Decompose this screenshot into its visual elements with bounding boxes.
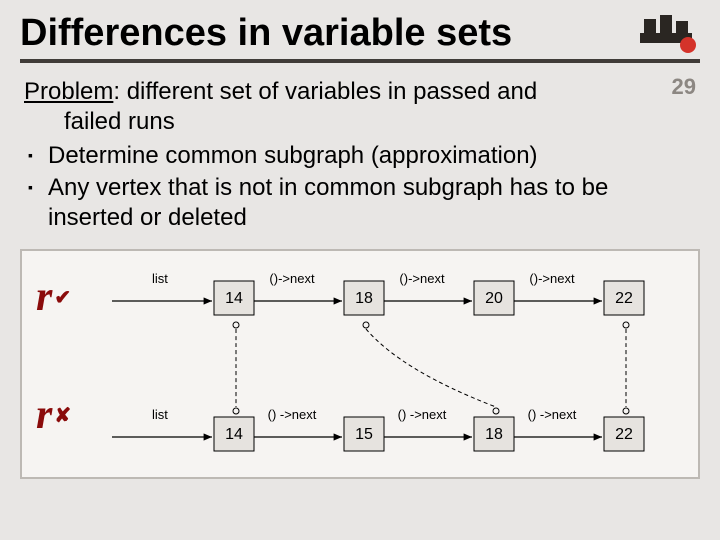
graph-node: 18 — [355, 290, 373, 307]
edge-label: () ->next — [268, 407, 317, 422]
graph-node: 18 — [485, 426, 503, 443]
problem-statement-cont: failed runs — [24, 107, 640, 137]
graph-node: 22 — [615, 290, 633, 307]
graph-node: 20 — [485, 290, 503, 307]
edge-label: ()->next — [399, 271, 445, 286]
graph-diagram: r✔ r✘ list 14 ()->next 18 — [20, 249, 700, 479]
bullet-item: Any vertex that is not in common subgrap… — [24, 173, 640, 233]
bullet-item: Determine common subgraph (approximation… — [24, 141, 640, 171]
edge-label: () ->next — [398, 407, 447, 422]
university-logo — [640, 15, 700, 53]
edge-label: list — [152, 407, 168, 422]
page-number: 29 — [672, 74, 696, 100]
edge-label: () ->next — [528, 407, 577, 422]
graph-node: 22 — [615, 426, 633, 443]
graph-svg: list 14 ()->next 18 ()->next 20 ()->next… — [22, 251, 702, 481]
problem-statement: Problem: different set of variables in p… — [24, 77, 640, 107]
graph-node: 15 — [355, 426, 373, 443]
problem-label: Problem — [24, 78, 113, 105]
graph-node: 14 — [225, 290, 243, 307]
header-divider — [20, 59, 700, 63]
edge-label: ()->next — [269, 271, 315, 286]
edge-label: ()->next — [529, 271, 575, 286]
graph-node: 14 — [225, 426, 243, 443]
slide-title: Differences in variable sets — [20, 12, 630, 55]
edge-label: list — [152, 271, 168, 286]
